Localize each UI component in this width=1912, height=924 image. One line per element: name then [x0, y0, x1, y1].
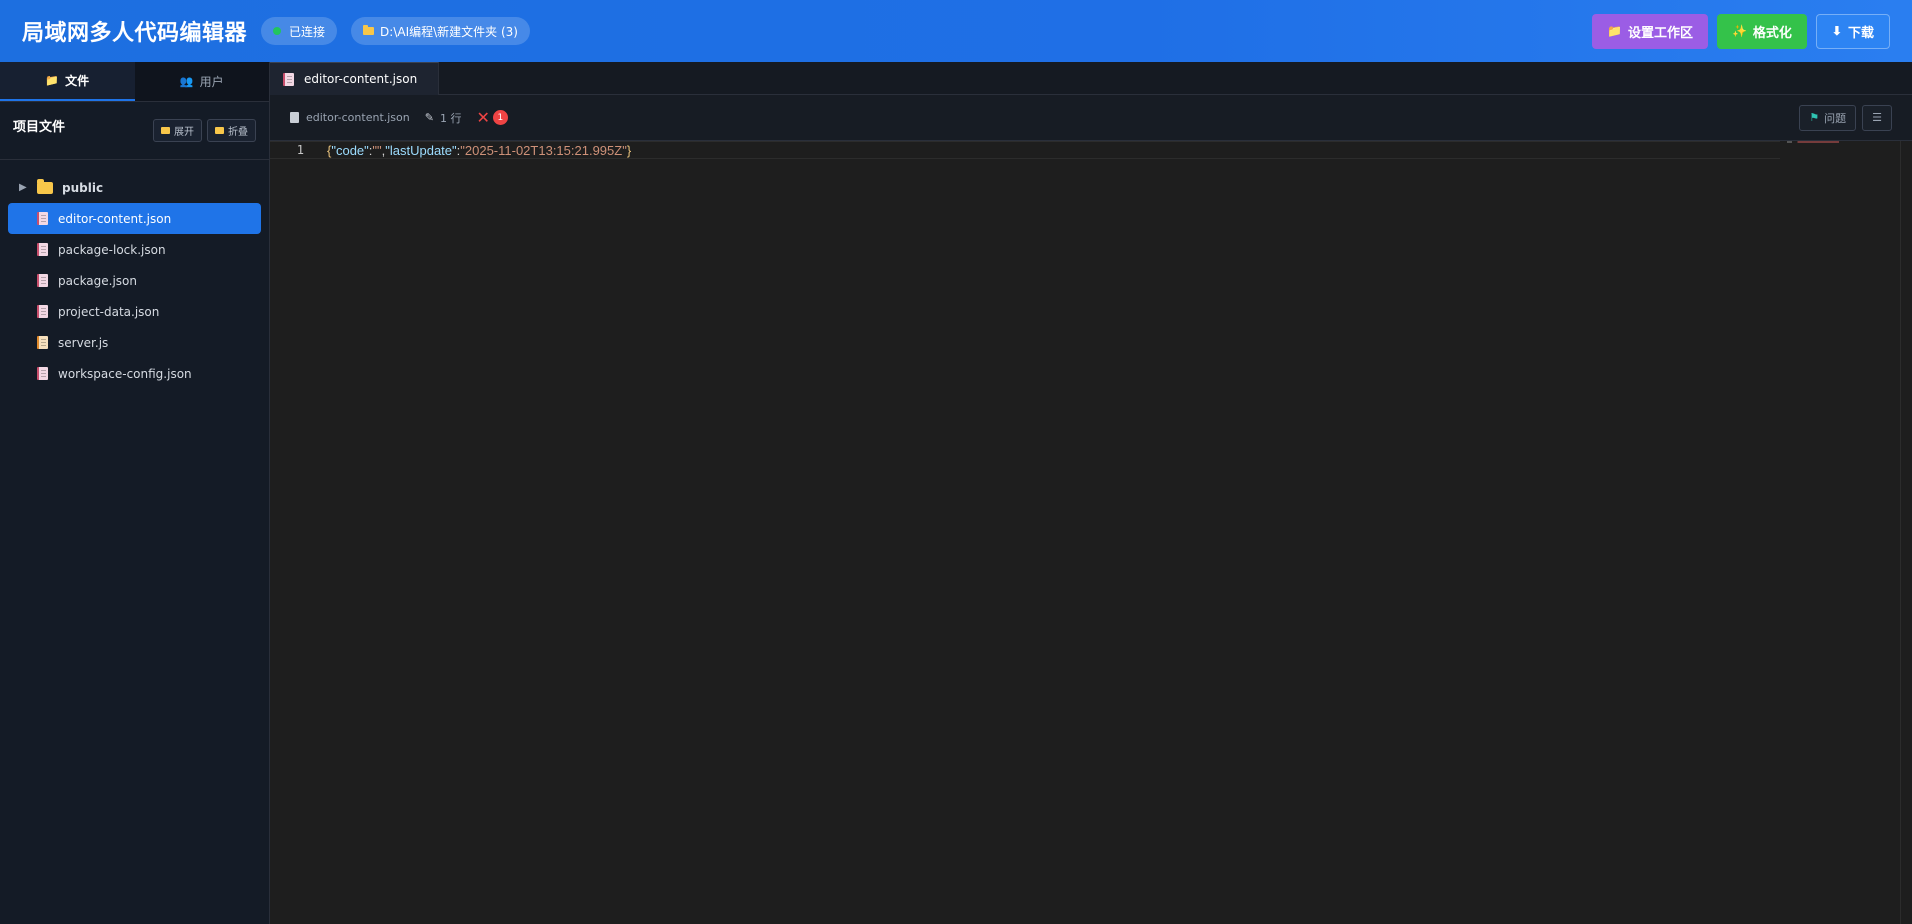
workspace-path-badge: D:\AI编程\新建文件夹 (3): [351, 17, 530, 45]
project-files-title: 项目文件: [13, 120, 66, 135]
sidebar-tabs: 📁 文件 👥 用户: [0, 62, 269, 102]
json-file-icon: [283, 72, 294, 86]
users-icon: 👥: [179, 75, 194, 88]
js-file-icon: [37, 336, 48, 349]
sidebar-header: 项目文件 展开 折叠: [0, 102, 269, 160]
line-count-indicator: ✎ 1 行: [424, 111, 462, 125]
tab-files[interactable]: 📁 文件: [0, 62, 135, 101]
code-line: 1 {"code":"","lastUpdate":"2025-11-02T13…: [270, 141, 1780, 159]
minimap[interactable]: [1787, 141, 1839, 145]
tree-folder-public[interactable]: ▶ public: [8, 172, 261, 203]
document-icon: [290, 112, 299, 123]
format-button[interactable]: ✨ 格式化: [1716, 13, 1807, 49]
current-file-indicator: editor-content.json: [290, 111, 410, 124]
editor-area: editor-content.json editor-content.json …: [270, 62, 1912, 924]
menu-icon: ☰: [1872, 111, 1882, 124]
set-workspace-button[interactable]: 📁 设置工作区: [1591, 13, 1708, 49]
line-number: 1: [296, 143, 304, 157]
ruler-icon: ✎: [424, 111, 434, 124]
editor-tabbar: editor-content.json: [270, 62, 1912, 95]
json-file-icon: [37, 305, 48, 318]
app-title: 局域网多人代码编辑器: [22, 21, 248, 46]
download-button[interactable]: ⬇ 下载: [1815, 13, 1890, 49]
error-x-icon: ✕: [476, 108, 490, 127]
folder-icon: 📁: [1606, 24, 1622, 38]
workspace-path-label: D:\AI编程\新建文件夹 (3): [380, 24, 518, 39]
tab-users[interactable]: 👥 用户: [134, 62, 269, 101]
json-file-icon: [37, 367, 48, 380]
code-editor[interactable]: 1 {"code":"","lastUpdate":"2025-11-02T13…: [270, 141, 1912, 924]
editor-toolbar: editor-content.json ✎ 1 行 ✕ 1 ⚑ 问题 ☰: [270, 95, 1912, 141]
json-file-icon: [37, 274, 48, 287]
connection-status-label: 已连接: [289, 24, 326, 39]
status-dot-icon: [273, 27, 282, 35]
error-count-badge: 1: [492, 110, 508, 125]
download-icon: ⬇: [1831, 24, 1842, 38]
tree-file-project-data[interactable]: project-data.json: [8, 296, 261, 327]
connection-status-badge: 已连接: [261, 17, 338, 45]
tree-file-workspace-config[interactable]: workspace-config.json: [8, 358, 261, 389]
collapse-all-button[interactable]: 折叠: [207, 119, 256, 142]
folder-icon: [363, 25, 375, 35]
editor-tab-active[interactable]: editor-content.json: [270, 62, 439, 95]
expand-all-button[interactable]: 展开: [153, 119, 202, 142]
folder-icon: [37, 178, 53, 194]
problems-button[interactable]: ⚑ 问题: [1799, 104, 1857, 131]
app-header: 局域网多人代码编辑器 已连接 D:\AI编程\新建文件夹 (3) 📁 设置工作区…: [0, 0, 1912, 62]
tree-file-server-js[interactable]: server.js: [8, 327, 261, 358]
error-count-indicator[interactable]: ✕ 1: [476, 108, 508, 127]
json-file-icon: [37, 212, 48, 225]
tree-file-package[interactable]: package.json: [8, 265, 261, 296]
tree-file-package-lock[interactable]: package-lock.json: [8, 234, 261, 265]
sparkle-icon: ✨: [1731, 24, 1747, 38]
folder-icon: [215, 127, 224, 134]
file-tree: ▶ public editor-content.json package-loc…: [0, 160, 269, 389]
vertical-scrollbar[interactable]: [1900, 141, 1912, 924]
menu-button[interactable]: ☰: [1862, 104, 1892, 131]
caret-right-icon: ▶: [19, 182, 27, 193]
json-file-icon: [37, 243, 48, 256]
tree-file-editor-content[interactable]: editor-content.json: [8, 203, 261, 234]
problems-icon: ⚑: [1809, 111, 1820, 124]
folder-icon: [161, 127, 170, 134]
code-line-text[interactable]: {"code":"","lastUpdate":"2025-11-02T13:1…: [327, 143, 631, 158]
sidebar: 📁 文件 👥 用户 项目文件 展开 折叠 ▶ public editor-con…: [0, 62, 270, 924]
folder-icon: 📁: [45, 74, 60, 87]
